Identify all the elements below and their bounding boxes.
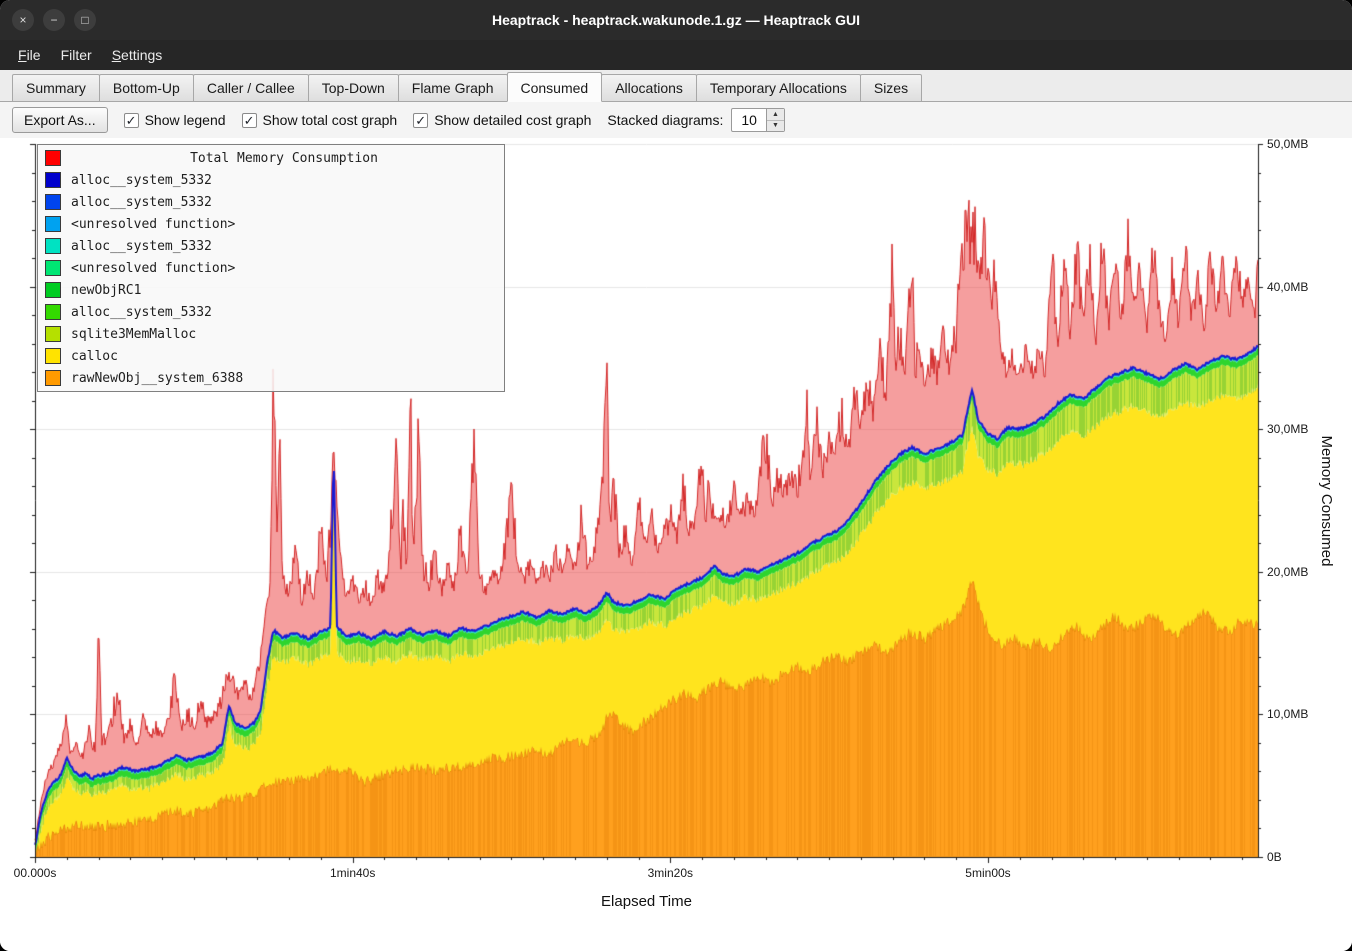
legend-swatch-icon bbox=[45, 194, 61, 210]
legend-item-label: calloc bbox=[71, 349, 118, 364]
legend-item: alloc__system_5332 bbox=[38, 169, 504, 191]
legend-item: sqlite3MemMalloc bbox=[38, 323, 504, 345]
legend-swatch-icon bbox=[45, 282, 61, 298]
legend-item: calloc bbox=[38, 345, 504, 367]
x-axis-tick-label: 3min20s bbox=[648, 866, 693, 880]
menu-settings[interactable]: Settings bbox=[102, 42, 173, 68]
legend-swatch-icon bbox=[45, 238, 61, 254]
tab-sizes[interactable]: Sizes bbox=[860, 74, 922, 102]
checkbox-box[interactable]: ✓ bbox=[242, 113, 257, 128]
legend-swatch-icon bbox=[45, 216, 61, 232]
stacked-diagrams-group: Stacked diagrams: 10 ▲ ▼ bbox=[607, 108, 785, 132]
checkbox-show-detailed-cost-graph[interactable]: ✓ Show detailed cost graph bbox=[413, 112, 591, 128]
legend-item-label: alloc__system_5332 bbox=[71, 239, 212, 254]
legend-item: alloc__system_5332 bbox=[38, 191, 504, 213]
legend-swatch-icon bbox=[45, 370, 61, 386]
toolbar: Export As... ✓ Show legend ✓ Show total cos… bbox=[0, 102, 1352, 138]
checkbox-show-legend[interactable]: ✓ Show legend bbox=[124, 112, 226, 128]
legend-swatch-icon bbox=[45, 326, 61, 342]
stacked-diagrams-label: Stacked diagrams: bbox=[607, 112, 723, 128]
legend-item-label: newObjRC1 bbox=[71, 283, 141, 298]
tab-allocations[interactable]: Allocations bbox=[601, 74, 697, 102]
y-axis-tick-label: 50,0MB bbox=[1267, 138, 1308, 151]
menubar: FileFilterSettings bbox=[0, 40, 1352, 70]
legend-item: rawNewObj__system_6388 bbox=[38, 367, 504, 389]
menu-filter[interactable]: Filter bbox=[51, 42, 102, 68]
window-title: Heaptrack - heaptrack.wakunode.1.gz — He… bbox=[0, 12, 1352, 28]
tab-flame-graph[interactable]: Flame Graph bbox=[398, 74, 508, 102]
tab-consumed[interactable]: Consumed bbox=[507, 72, 603, 102]
x-axis-title: Elapsed Time bbox=[601, 893, 692, 910]
stacked-diagrams-spinbox[interactable]: 10 ▲ ▼ bbox=[731, 108, 785, 132]
spin-down-button[interactable]: ▼ bbox=[767, 121, 784, 132]
x-axis-tick-label: 00.000s bbox=[14, 866, 57, 880]
legend-item-label: rawNewObj__system_6388 bbox=[71, 371, 243, 386]
legend-item: alloc__system_5332 bbox=[38, 235, 504, 257]
titlebar[interactable]: × − □ Heaptrack - heaptrack.wakunode.1.g… bbox=[0, 0, 1352, 40]
legend-item-label: alloc__system_5332 bbox=[71, 195, 212, 210]
tab-temporary-allocations[interactable]: Temporary Allocations bbox=[696, 74, 861, 102]
maximize-button[interactable]: □ bbox=[74, 9, 96, 31]
legend-swatch-icon bbox=[45, 260, 61, 276]
checkbox-label: Show total cost graph bbox=[263, 112, 398, 128]
heaptrack-window: × − □ Heaptrack - heaptrack.wakunode.1.g… bbox=[0, 0, 1352, 951]
checkbox-box[interactable]: ✓ bbox=[124, 113, 139, 128]
checkbox-show-total-cost-graph[interactable]: ✓ Show total cost graph bbox=[242, 112, 398, 128]
spin-up-button[interactable]: ▲ bbox=[767, 109, 784, 121]
checkbox-label: Show detailed cost graph bbox=[434, 112, 591, 128]
x-axis-tick-label: 1min40s bbox=[330, 866, 375, 880]
tab-bar: SummaryBottom-UpCaller / CalleeTop-DownF… bbox=[0, 70, 1352, 102]
y-axis-tick-label: 0B bbox=[1267, 850, 1282, 864]
legend-item-label: alloc__system_5332 bbox=[71, 305, 212, 320]
tab-bottom-up[interactable]: Bottom-Up bbox=[99, 74, 194, 102]
legend-swatch-icon bbox=[45, 172, 61, 188]
tab-caller-callee[interactable]: Caller / Callee bbox=[193, 74, 309, 102]
checkbox-box[interactable]: ✓ bbox=[413, 113, 428, 128]
minimize-button[interactable]: − bbox=[43, 9, 65, 31]
export-as-button[interactable]: Export As... bbox=[12, 107, 108, 133]
legend-swatch-icon bbox=[45, 348, 61, 364]
close-button[interactable]: × bbox=[12, 9, 34, 31]
y-axis-tick-label: 10,0MB bbox=[1267, 707, 1308, 721]
toolbar-checkboxes: ✓ Show legend ✓ Show total cost graph ✓ Show … bbox=[124, 112, 592, 128]
legend-title: Total Memory Consumption bbox=[71, 151, 497, 166]
menu-file[interactable]: File bbox=[8, 42, 51, 68]
y-axis-title: Memory Consumed bbox=[1318, 435, 1335, 566]
x-axis-tick-label: 5min00s bbox=[965, 866, 1010, 880]
legend-swatch-icon bbox=[45, 150, 61, 166]
consumed-chart: Total Memory Consumption alloc__system_53… bbox=[0, 138, 1352, 951]
legend-item: alloc__system_5332 bbox=[38, 301, 504, 323]
tab-top-down[interactable]: Top-Down bbox=[308, 74, 399, 102]
spinner-buttons: ▲ ▼ bbox=[766, 109, 784, 131]
legend-item-label: <unresolved function> bbox=[71, 217, 235, 232]
chart-legend: Total Memory Consumption alloc__system_53… bbox=[37, 144, 505, 392]
y-axis-tick-label: 30,0MB bbox=[1267, 422, 1308, 436]
stacked-diagrams-value: 10 bbox=[732, 109, 766, 131]
y-axis-tick-label: 40,0MB bbox=[1267, 280, 1308, 294]
legend-swatch-icon bbox=[45, 304, 61, 320]
window-controls: × − □ bbox=[12, 9, 96, 31]
legend-title-row: Total Memory Consumption bbox=[38, 147, 504, 169]
legend-item: <unresolved function> bbox=[38, 257, 504, 279]
legend-item-label: alloc__system_5332 bbox=[71, 173, 212, 188]
tab-summary[interactable]: Summary bbox=[12, 74, 100, 102]
checkbox-label: Show legend bbox=[145, 112, 226, 128]
legend-item-label: sqlite3MemMalloc bbox=[71, 327, 196, 342]
legend-item-label: <unresolved function> bbox=[71, 261, 235, 276]
y-axis-tick-label: 20,0MB bbox=[1267, 565, 1308, 579]
legend-item: <unresolved function> bbox=[38, 213, 504, 235]
legend-item: newObjRC1 bbox=[38, 279, 504, 301]
